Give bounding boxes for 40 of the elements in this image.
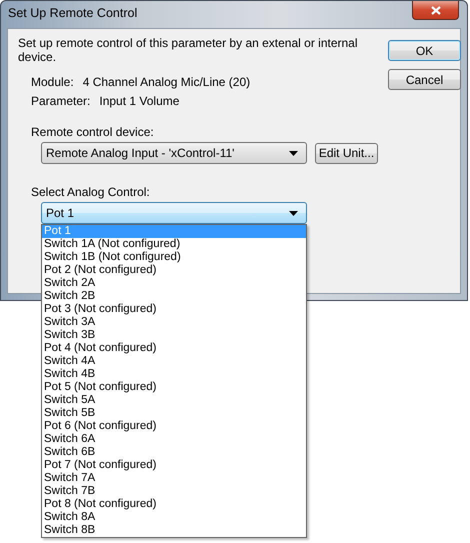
dropdown-option[interactable]: Switch 1A (Not configured) [42, 238, 306, 251]
field-label: Select Analog Control: [31, 185, 151, 199]
info-value: 4 Channel Analog Mic/Line (20) [82, 75, 250, 89]
dropdown-option[interactable]: Switch 7B [42, 485, 306, 498]
dropdown-option[interactable]: Switch 7A [42, 472, 306, 485]
dialog-button[interactable]: OK [388, 40, 461, 61]
dropdown-option[interactable]: Switch 6A [42, 433, 306, 446]
window-title: Set Up Remote Control [7, 5, 138, 20]
dropdown-option[interactable]: Switch 5B [42, 407, 306, 420]
dropdown-option[interactable]: Switch 5A [42, 394, 306, 407]
dialog-button[interactable]: Cancel [388, 69, 461, 90]
dropdown-option[interactable]: Pot 6 (Not configured) [42, 420, 306, 433]
dropdown-option[interactable]: Pot 8 (Not configured) [42, 498, 306, 511]
dropdown-option[interactable]: Switch 4A [42, 355, 306, 368]
close-icon [430, 6, 440, 14]
field-label: Remote control device: [31, 125, 155, 139]
device-dropdown[interactable]: Remote Analog Input - 'xControl-11' [41, 142, 307, 164]
description-text: Set up remote control of this parameter by an extenal or internal device. [18, 36, 359, 64]
info-label: Parameter: [31, 94, 90, 108]
dropdown-option[interactable]: Switch 2B [42, 290, 306, 303]
dropdown-option[interactable]: Pot 2 (Not configured) [42, 264, 306, 277]
dropdown-option[interactable]: Switch 8B [42, 524, 306, 537]
dropdown-option[interactable]: Switch 4B [42, 368, 306, 381]
dropdown-option[interactable]: Pot 5 (Not configured) [42, 381, 306, 394]
dropdown-option[interactable]: Switch 3A [42, 316, 306, 329]
control-dropdown[interactable]: Pot 1 [41, 202, 307, 224]
close-button[interactable] [412, 1, 459, 20]
caret-icon [289, 210, 298, 216]
dropdown-option[interactable]: Switch 2A [42, 277, 306, 290]
caret-icon [289, 150, 298, 156]
dropdown-option[interactable]: Switch 1B (Not configured) [42, 251, 306, 264]
dropdown-option[interactable]: Switch 3B [42, 329, 306, 342]
dropdown-option[interactable]: Pot 3 (Not configured) [42, 303, 306, 316]
dropdown-option[interactable]: Switch 8A [42, 511, 306, 524]
dropdown-option[interactable]: Pot 7 (Not configured) [42, 459, 306, 472]
info-label: Module: [31, 75, 74, 89]
dropdown-option[interactable]: Pot 4 (Not configured) [42, 342, 306, 355]
edit-unit-button[interactable]: Edit Unit... [315, 142, 378, 164]
dropdown-option[interactable]: Switch 6B [42, 446, 306, 459]
info-value: Input 1 Volume [99, 94, 180, 108]
